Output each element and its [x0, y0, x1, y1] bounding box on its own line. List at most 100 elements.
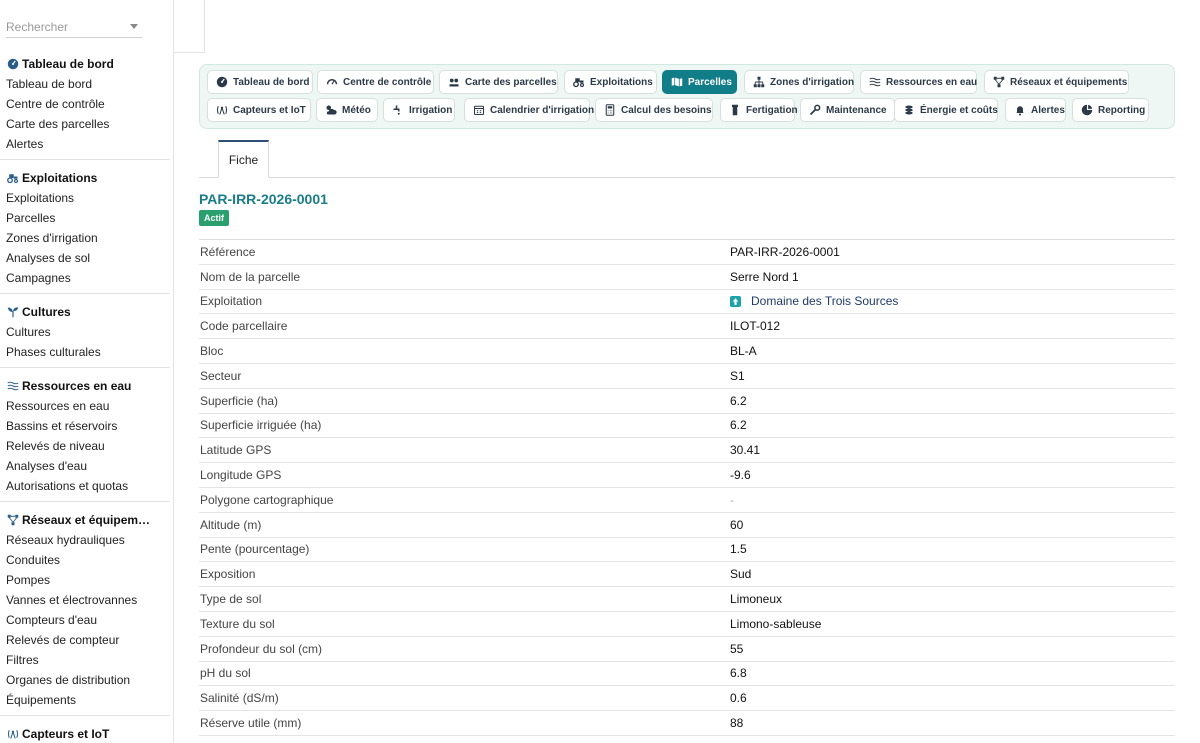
nav-button-label: Parcelles: [688, 76, 732, 88]
exploitation-link[interactable]: Domaine des Trois Sources: [730, 294, 898, 308]
sidebar-item[interactable]: Relevés de compteur: [0, 630, 173, 650]
sidebar-item[interactable]: Relevés de niveau: [0, 436, 173, 456]
nav-button[interactable]: Centre de contrôle: [317, 70, 434, 94]
flask-icon: [729, 104, 741, 116]
field-value: -: [730, 492, 734, 507]
tab-fiche[interactable]: Fiche: [218, 140, 269, 178]
nav-button[interactable]: Zones d'irrigation: [744, 70, 854, 94]
nav-button-label: Maintenance: [826, 104, 887, 116]
sidebar-item[interactable]: Zones d'irrigation: [0, 228, 173, 248]
sidebar-section-title: Cultures: [22, 305, 71, 319]
sidebar-item[interactable]: Réseaux hydrauliques: [0, 530, 173, 550]
search-select[interactable]: Rechercher: [6, 18, 142, 38]
field-label: Superficie irriguée (ha): [200, 418, 322, 433]
detail-row: Pente (pourcentage) 1.5: [199, 538, 1175, 563]
sidebar-item[interactable]: Carte des parcelles: [0, 114, 173, 134]
sidebar-item[interactable]: Conduites: [0, 550, 173, 570]
network-icon: [993, 76, 1005, 88]
nav-button[interactable]: Exploitations: [564, 70, 657, 94]
field-value: 6.2: [730, 418, 747, 433]
nav-button[interactable]: Réseaux et équipements: [984, 70, 1129, 94]
field-label: Longitude GPS: [200, 468, 282, 483]
nav-button-label: Reporting: [1098, 104, 1146, 116]
field-label: Code parcellaire: [200, 319, 288, 334]
exploitation-link-label[interactable]: Domaine des Trois Sources: [751, 294, 898, 308]
nav-button-label: Fertigation: [746, 104, 798, 116]
gauge-icon: [326, 76, 338, 88]
field-value: Serre Nord 1: [730, 269, 799, 284]
nav-button[interactable]: Reporting: [1072, 98, 1149, 122]
nav-button[interactable]: Irrigation: [383, 98, 455, 122]
field-value: 6.2: [730, 393, 747, 408]
sidebar-section-title: Capteurs et IoT: [22, 727, 110, 741]
antenna-icon: [216, 104, 228, 116]
nav-button[interactable]: Fertigation: [720, 98, 798, 122]
page-title: PAR-IRR-2026-0001: [199, 191, 328, 207]
field-value: Limoneux: [730, 592, 783, 607]
sidebar-section-header[interactable]: Réseaux et équipem…: [0, 510, 173, 530]
sidebar-item[interactable]: Phases culturales: [0, 342, 173, 362]
sidebar-section: Ressources en eau Ressources en eau Bassin…: [0, 376, 173, 496]
nav-button[interactable]: Ressources en eau: [860, 70, 977, 94]
sidebar-section-header[interactable]: Tableau de bord: [0, 54, 173, 74]
sidebar-divider: [0, 367, 170, 368]
sidebar-section-title: Ressources en eau: [22, 379, 132, 393]
nav-button[interactable]: Météo: [316, 98, 378, 122]
nav-button[interactable]: Carte des parcelles: [439, 70, 558, 94]
sidebar-item[interactable]: Parcelles: [0, 208, 173, 228]
sidebar-section-header[interactable]: Capteurs et IoT: [0, 724, 173, 743]
status-badge: Actif: [199, 210, 229, 226]
tab-bar: Fiche: [199, 140, 1175, 178]
detail-row: Nom de la parcelle Serre Nord 1: [199, 265, 1175, 290]
field-label: Nom de la parcelle: [200, 269, 301, 284]
nav-button[interactable]: Calendrier d'irrigation: [464, 98, 594, 122]
panel-corner: [174, 0, 205, 53]
field-label: Référence: [200, 244, 256, 259]
chevron-down-icon[interactable]: [130, 24, 138, 29]
sidebar-item[interactable]: Campagnes: [0, 268, 173, 288]
nav-button[interactable]: Alertes: [1005, 98, 1066, 122]
sidebar-item[interactable]: Compteurs d'eau: [0, 610, 173, 630]
sidebar-item[interactable]: Centre de contrôle: [0, 94, 173, 114]
nav-button[interactable]: Capteurs et IoT: [207, 98, 311, 122]
nav-button-label: Capteurs et IoT: [233, 104, 306, 116]
sidebar-item[interactable]: Alertes: [0, 134, 173, 154]
sidebar-item[interactable]: Pompes: [0, 570, 173, 590]
sidebar-section-title: Tableau de bord: [22, 57, 114, 71]
nav-button[interactable]: Énergie et coûts: [894, 98, 998, 122]
sidebar-item[interactable]: Bassins et réservoirs: [0, 416, 173, 436]
sidebar-section-header[interactable]: Exploitations: [0, 168, 173, 188]
nav-button-label: Ressources en eau: [886, 76, 978, 88]
sidebar-divider: [0, 501, 170, 502]
detail-row: Réserve utile (mm) 88: [199, 711, 1175, 736]
field-label: Secteur: [200, 368, 242, 383]
sidebar-item[interactable]: Analyses d'eau: [0, 456, 173, 476]
sidebar-section-header[interactable]: Ressources en eau: [0, 376, 173, 396]
detail-row: Secteur S1: [199, 364, 1175, 389]
sidebar-item[interactable]: Équipements: [0, 690, 173, 710]
nav-button-label: Centre de contrôle: [343, 76, 432, 88]
sidebar-item[interactable]: Autorisations et quotas: [0, 476, 173, 496]
sidebar-item[interactable]: Cultures: [0, 322, 173, 342]
sidebar-item[interactable]: Ressources en eau: [0, 396, 173, 416]
detail-row: Exploitation Domaine des Trois Sources: [199, 290, 1175, 315]
nav-button[interactable]: Maintenance: [800, 98, 895, 122]
nav-button-label: Réseaux et équipements: [1010, 76, 1128, 88]
sidebar-item[interactable]: Tableau de bord: [0, 74, 173, 94]
sidebar-item[interactable]: Organes de distribution: [0, 670, 173, 690]
field-value: ILOT-012: [730, 319, 781, 334]
sidebar-item[interactable]: Vannes et électrovannes: [0, 590, 173, 610]
sidebar-item[interactable]: Analyses de sol: [0, 248, 173, 268]
nav-button[interactable]: Tableau de bord: [207, 70, 313, 94]
tractor-icon: [573, 76, 585, 88]
map-icon: [671, 76, 683, 88]
sitemap-icon: [753, 76, 765, 88]
sidebar-section-header[interactable]: Cultures: [0, 302, 173, 322]
sidebar-item[interactable]: Filtres: [0, 650, 173, 670]
nav-button[interactable]: Calcul des besoins: [595, 98, 713, 122]
detail-row: pH du sol 6.8: [199, 662, 1175, 687]
sidebar-item[interactable]: Exploitations: [0, 188, 173, 208]
field-value: S1: [730, 368, 745, 383]
nav-button[interactable]: Parcelles: [662, 70, 737, 94]
calendar-icon: [473, 104, 485, 116]
